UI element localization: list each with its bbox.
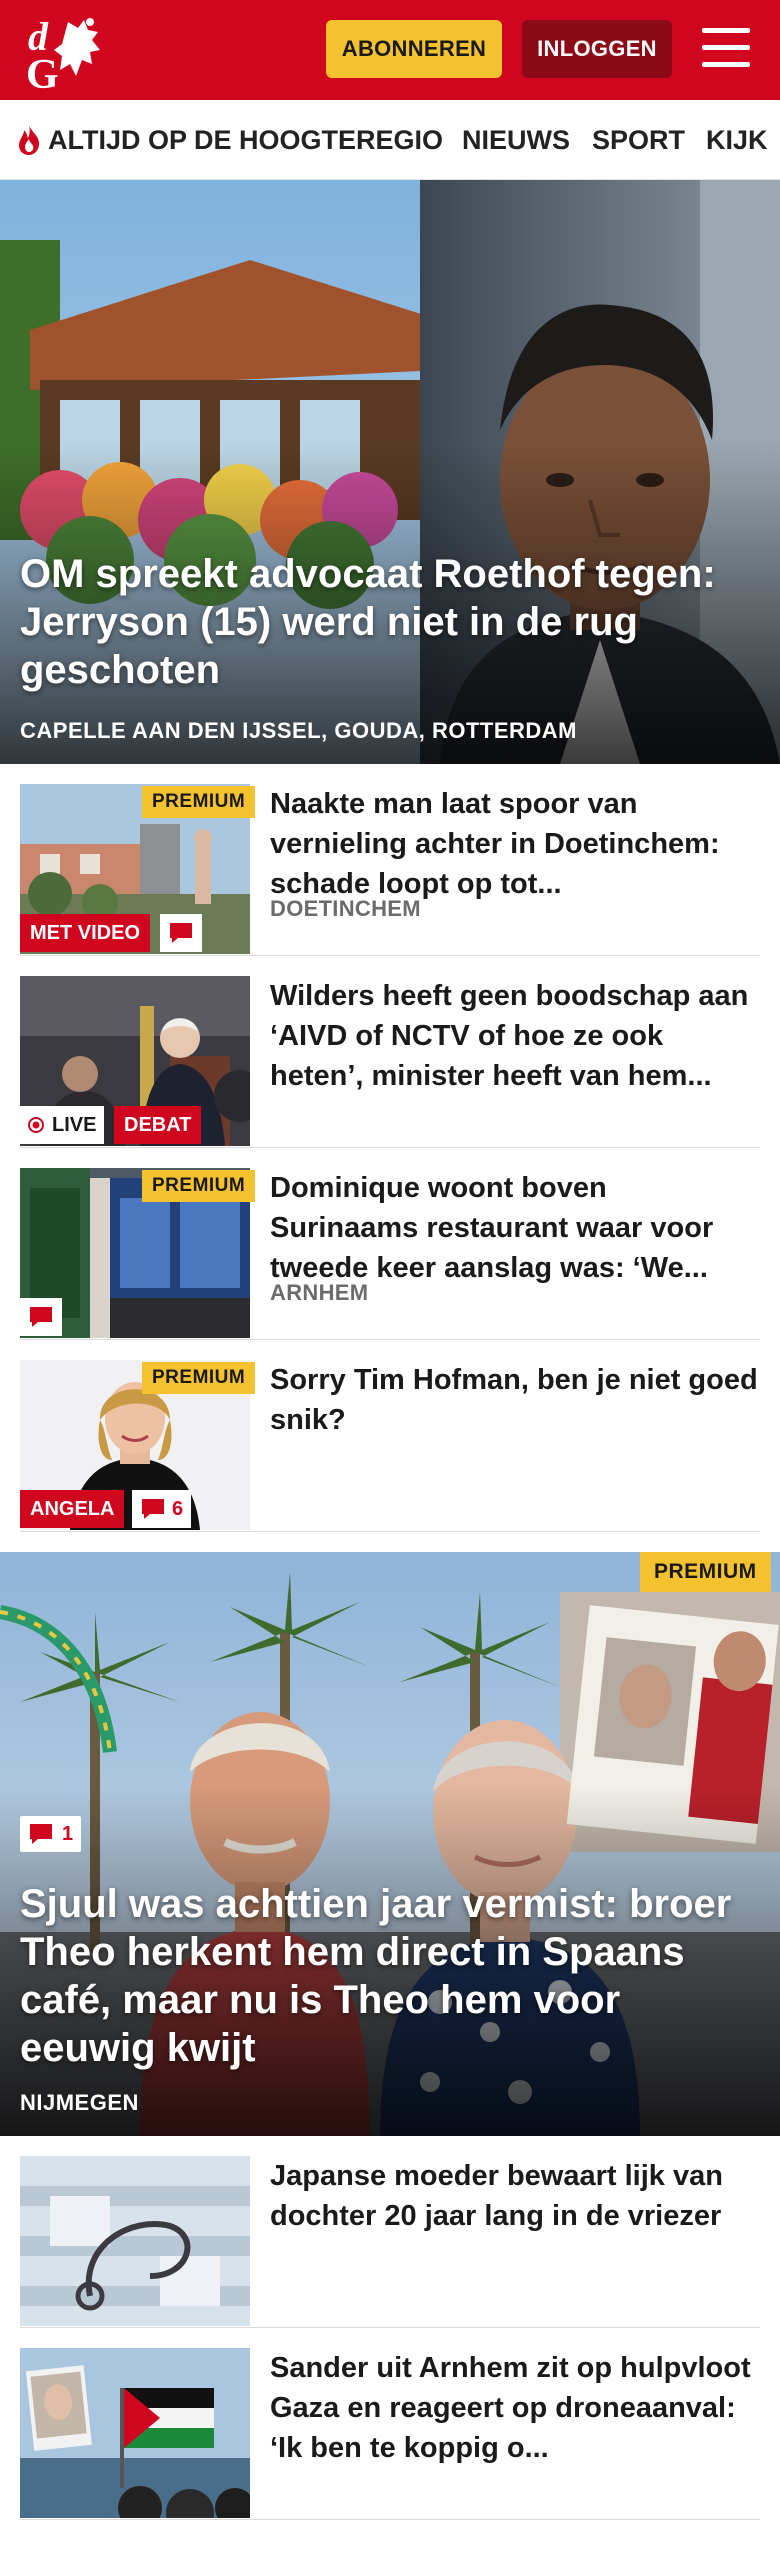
article-thumbnail (20, 2156, 250, 2326)
article-title[interactable]: Sorry Tim Hofman, ben je niet goed snik? (270, 1360, 760, 1440)
list-item[interactable]: Japanse moeder bewaart lijk van dochter … (20, 2136, 760, 2328)
premium-badge: PREMIUM (142, 1170, 256, 1202)
logo-mark: d G (26, 14, 100, 98)
comment-icon (30, 1307, 52, 1327)
nav-item-nieuws[interactable]: NIEUWS (462, 100, 570, 179)
thumbnail-image (20, 2156, 250, 2326)
hero-location: CAPELLE AAN DEN IJSSEL, GOUDA, ROTTERDAM (20, 718, 577, 743)
site-logo[interactable]: d G (24, 12, 116, 98)
article-title[interactable]: Wilders heeft geen boodschap aan ‘AIVD o… (270, 976, 760, 1096)
premium-badge: PREMIUM (142, 1362, 256, 1394)
premium-badge: PREMIUM (142, 786, 256, 818)
svg-text:G: G (26, 52, 59, 90)
feature-location: NIJMEGEN (20, 2090, 139, 2115)
comment-count: 1 (62, 1822, 74, 1845)
author-badge: ANGELA (20, 1490, 125, 1528)
feature-article[interactable]: PREMIUM 1 Sjuul was achttien jaar vermis… (0, 1552, 780, 2136)
comment-badge[interactable] (160, 914, 202, 952)
video-badge: MET VIDEO (20, 914, 151, 952)
nav-item-kijk[interactable]: KIJK (706, 100, 768, 179)
article-title[interactable]: Dominique woont boven Surinaams restaura… (270, 1168, 760, 1288)
nav-item-altijd-op-de-hoogte[interactable]: ALTIJD OP DE HOOGTE (16, 100, 357, 179)
article-title[interactable]: Sander uit Arnhem zit op hulpvloot Gaza … (270, 2348, 760, 2468)
nav-item-label: ALTIJD OP DE HOOGTE (48, 124, 357, 155)
article-title[interactable]: Japanse moeder bewaart lijk van dochter … (270, 2156, 760, 2236)
comment-icon (30, 1824, 52, 1844)
live-dot-icon (28, 1117, 44, 1133)
menu-icon[interactable] (700, 26, 752, 70)
article-thumbnail (20, 2348, 250, 2518)
site-header: d G ABONNEREN INLOGGEN (0, 0, 780, 100)
nav-item-label: KIJK (706, 124, 768, 155)
comment-badge[interactable]: 1 (20, 1816, 82, 1852)
nav-item-label: SPORT (592, 124, 686, 155)
live-label: LIVE (52, 1113, 97, 1136)
comment-badge[interactable] (20, 1298, 62, 1336)
main-navigation: ALTIJD OP DE HOOGTE REGIO NIEUWS SPORT K… (0, 100, 780, 180)
nav-item-sport[interactable]: SPORT (592, 100, 686, 179)
nav-item-label: NIEUWS (462, 124, 570, 155)
subscribe-button[interactable]: ABONNEREN (326, 20, 502, 78)
article-location: ARNHEM (270, 1280, 369, 1305)
comment-count: 6 (172, 1497, 184, 1520)
premium-badge: PREMIUM (640, 1552, 771, 1592)
nav-item-label: REGIO (356, 124, 444, 155)
hero-article[interactable]: OM spreekt advocaat Roethof tegen: Jerry… (0, 180, 780, 764)
article-title[interactable]: Naakte man laat spoor van vernieling ach… (270, 784, 760, 904)
list-item[interactable]: PREMIUM MET VIDEO Naakte man laat spoor … (20, 764, 760, 956)
hero-title[interactable]: OM spreekt advocaat Roethof tegen: Jerry… (20, 550, 760, 694)
article-location: DOETINCHEM (270, 896, 421, 921)
comment-badge[interactable]: 6 (132, 1490, 192, 1528)
comment-icon (170, 923, 192, 943)
flame-icon (19, 125, 40, 155)
thumbnail-image (20, 2348, 250, 2518)
feature-title[interactable]: Sjuul was achttien jaar vermist: broer T… (20, 1880, 760, 2072)
comment-icon (142, 1499, 164, 1519)
nav-item-regio[interactable]: REGIO (356, 100, 444, 179)
list-item[interactable]: PREMIUM ANGELA 6 Sorry Tim Hofman, ben j… (20, 1340, 760, 1532)
list-item[interactable]: LIVE DEBAT Wilders heeft geen boodschap … (20, 956, 760, 1148)
live-badge: LIVE (20, 1106, 105, 1144)
list-item[interactable]: PREMIUM Dominique woont boven Surinaams … (20, 1148, 760, 1340)
list-item[interactable]: Sander uit Arnhem zit op hulpvloot Gaza … (20, 2328, 760, 2520)
login-button[interactable]: INLOGGEN (522, 20, 672, 78)
debat-badge: DEBAT (114, 1106, 202, 1144)
